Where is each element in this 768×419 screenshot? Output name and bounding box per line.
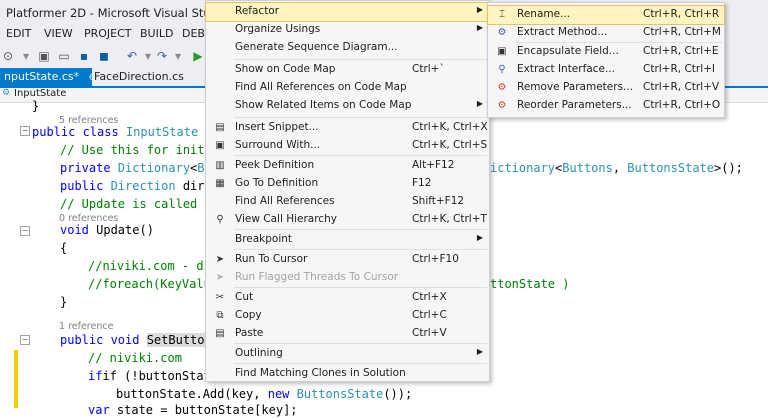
- menu-item-breakpoint[interactable]: Breakpoint ▶: [206, 231, 489, 249]
- menu-item-show-on-code-map[interactable]: Show on Code Map Ctrl+`: [206, 61, 489, 79]
- menu-separator: [234, 229, 487, 230]
- collapse-icon[interactable]: −: [20, 335, 30, 345]
- class-icon: ⚙: [2, 88, 11, 98]
- menu-item-find-matching-clones[interactable]: Find Matching Clones in Solution: [206, 365, 489, 383]
- menu-item-surround-with[interactable]: ▣ Surround With... Ctrl+K, Ctrl+S: [206, 137, 489, 155]
- change-marker: [14, 368, 18, 408]
- navigate-forward-icon[interactable]: ⊙: [0, 48, 16, 64]
- menu-item-run-flagged-threads[interactable]: ➤ Run Flagged Threads To Cursor: [206, 269, 489, 287]
- window-title: Platformer 2D - Microsoft Visual Studio: [6, 6, 229, 20]
- menu-item-reorder-parameters[interactable]: ⚙ Reorder Parameters... Ctrl+R, Ctrl+O: [488, 97, 724, 115]
- encapsulate-field-icon: ▣: [497, 46, 507, 57]
- start-debug-icon[interactable]: ▶: [190, 48, 206, 64]
- menu-separator: [234, 287, 487, 288]
- menu-build[interactable]: BUILD: [140, 27, 173, 40]
- code-line: public void SetButton: [60, 333, 212, 347]
- extract-method-icon: ⚙: [497, 27, 507, 38]
- submenu-arrow-icon: ▶: [476, 23, 483, 32]
- save-all-icon[interactable]: ◼: [96, 48, 112, 64]
- surround-icon: ▣: [215, 140, 225, 151]
- menu-item-cut[interactable]: ✂ Cut Ctrl+X: [206, 289, 489, 307]
- remove-parameters-icon: ⚙: [497, 82, 507, 93]
- tab-facedirection[interactable]: FaceDirection.cs: [90, 68, 188, 86]
- submenu-arrow-icon: ▶: [476, 347, 483, 356]
- collapse-icon[interactable]: −: [20, 126, 30, 136]
- menu-project[interactable]: PROJECT: [84, 27, 132, 40]
- code-line: ttonState ): [490, 277, 570, 291]
- code-line: // niviki.com: [88, 351, 182, 365]
- menu-item-insert-snippet[interactable]: ▤ Insert Snippet... Ctrl+K, Ctrl+X: [206, 119, 489, 137]
- code-line: public Direction dire: [60, 179, 212, 193]
- menu-item-outlining[interactable]: Outlining ▶: [206, 345, 489, 363]
- change-marker: [14, 350, 18, 368]
- menu-item-show-related-items[interactable]: Show Related Items on Code Map ▶: [206, 97, 489, 115]
- collapse-icon[interactable]: −: [20, 226, 30, 236]
- menu-separator: [234, 155, 487, 156]
- snippet-icon: ▤: [215, 122, 225, 133]
- menu-item-peek-definition[interactable]: ▥ Peek Definition Alt+F12: [206, 157, 489, 175]
- class-dropdown[interactable]: InputState: [14, 88, 66, 99]
- menu-item-encapsulate-field[interactable]: ▣ Encapsulate Field... Ctrl+R, Ctrl+E: [488, 43, 724, 61]
- tab-label: nputState.cs*: [4, 70, 80, 83]
- redo-icon[interactable]: ↷: [154, 48, 170, 64]
- menu-item-find-all-references-code-map[interactable]: Find All References on Code Map: [206, 79, 489, 97]
- new-project-icon[interactable]: ▣: [36, 48, 52, 64]
- redo-dropdown-icon[interactable]: ▾: [170, 48, 186, 64]
- code-line: }: [32, 99, 40, 113]
- copy-icon: ⧉: [216, 310, 224, 321]
- go-to-definition-icon: ▦: [215, 178, 225, 189]
- menu-item-go-to-definition[interactable]: ▦ Go To Definition F12: [206, 175, 489, 193]
- submenu-arrow-icon: ▶: [476, 99, 483, 108]
- menu-item-remove-parameters[interactable]: ⚙ Remove Parameters... Ctrl+R, Ctrl+V: [488, 79, 724, 97]
- context-menu: Refactor ▶ Organize Usings ▶ Generate Se…: [205, 0, 490, 382]
- menu-view[interactable]: VIEW: [44, 27, 73, 40]
- code-line: void Update(): [60, 223, 154, 237]
- refactor-submenu: ⌶ Rename... Ctrl+R, Ctrl+R ⚙ Extract Met…: [487, 2, 725, 118]
- menu-separator: [234, 117, 487, 118]
- peek-icon: ▥: [215, 160, 225, 171]
- dropdown-icon[interactable]: ▾: [18, 48, 34, 64]
- code-line: //foreach(KeyValu: [88, 277, 211, 291]
- menu-item-extract-interface[interactable]: ⚲ Extract Interface... Ctrl+R, Ctrl+I: [488, 61, 724, 79]
- paste-icon: ▤: [215, 328, 225, 339]
- scissors-icon: ✂: [215, 292, 225, 303]
- menu-edit[interactable]: EDIT: [6, 27, 31, 40]
- cursor-icon: ➤: [215, 254, 225, 265]
- menu-item-extract-method[interactable]: ⚙ Extract Method... Ctrl+R, Ctrl+M: [488, 24, 724, 42]
- code-line: }: [60, 295, 68, 309]
- menu-item-rename[interactable]: ⌶ Rename... Ctrl+R, Ctrl+R: [487, 5, 725, 25]
- menu-item-copy[interactable]: ⧉ Copy Ctrl+C: [206, 307, 489, 325]
- code-line: ictionary<Buttons, ButtonsState>();: [490, 161, 743, 175]
- submenu-arrow-icon: ▶: [476, 5, 483, 14]
- code-line: // Use this for initi: [60, 143, 212, 157]
- reorder-parameters-icon: ⚙: [497, 100, 507, 111]
- menu-item-paste[interactable]: ▤ Paste Ctrl+V: [206, 325, 489, 343]
- flag-cursor-icon: ➤: [215, 272, 225, 283]
- code-line: //niviki.com - di: [88, 259, 211, 273]
- code-line: var state = buttonState[key];: [88, 403, 298, 417]
- menu-separator: [234, 249, 487, 250]
- menu-item-organize-usings[interactable]: Organize Usings ▶: [206, 21, 489, 39]
- submenu-arrow-icon: ▶: [476, 233, 483, 242]
- tab-inputstate[interactable]: nputState.cs* ⊕ ✕: [0, 68, 113, 86]
- extract-interface-icon: ⚲: [498, 64, 506, 75]
- menu-item-refactor[interactable]: Refactor ▶: [205, 2, 490, 22]
- rename-icon: ⌶: [499, 9, 505, 20]
- menu-separator: [234, 363, 487, 364]
- code-line: private Dictionary<Bu: [60, 161, 212, 175]
- menu-item-generate-sequence-diagram[interactable]: Generate Sequence Diagram...: [206, 39, 489, 57]
- menu-separator: [234, 59, 487, 60]
- call-hierarchy-icon: ⚲: [216, 214, 224, 225]
- undo-icon[interactable]: ↶: [124, 48, 140, 64]
- menu-item-view-call-hierarchy[interactable]: ⚲ View Call Hierarchy Ctrl+K, Ctrl+T: [206, 211, 489, 229]
- save-icon[interactable]: ▪: [76, 48, 92, 64]
- menu-item-run-to-cursor[interactable]: ➤ Run To Cursor Ctrl+F10: [206, 251, 489, 269]
- menu-separator: [234, 343, 487, 344]
- open-file-icon[interactable]: ▭: [56, 48, 72, 64]
- code-line: public class InputState :: [32, 125, 213, 139]
- code-line: // Update is called o: [60, 197, 212, 211]
- code-line: {: [60, 241, 68, 255]
- tab-label: FaceDirection.cs: [94, 70, 184, 83]
- menu-item-find-all-references[interactable]: Find All References Shift+F12: [206, 193, 489, 211]
